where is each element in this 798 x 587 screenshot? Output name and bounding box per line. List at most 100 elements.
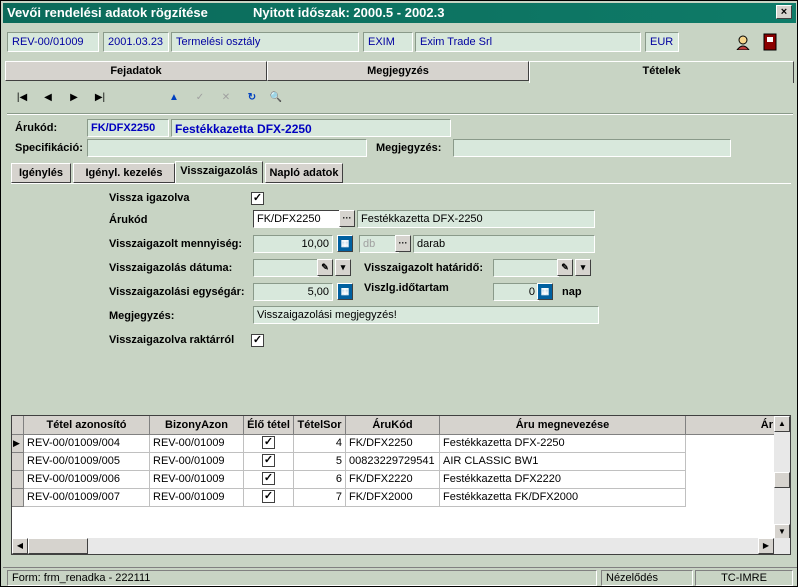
vertical-scrollbar[interactable]: ▲ ▼	[774, 416, 790, 540]
zoom-icon[interactable]: 🔍	[267, 89, 285, 107]
confirm-icon[interactable]: ✓	[191, 89, 209, 107]
scroll-left-icon[interactable]: ◀	[12, 538, 28, 554]
status-bar: Form: frm_renadka - 222111 Nézelődés TC-…	[3, 567, 797, 586]
table-cell[interactable]: REV-00/01009/006	[24, 471, 150, 489]
qty-field[interactable]: 10,00	[253, 235, 333, 253]
table-cell[interactable]: REV-00/01009/005	[24, 453, 150, 471]
hscroll-thumb[interactable]	[28, 538, 88, 554]
scroll-thumb[interactable]	[774, 472, 790, 488]
subtab-igenyl-kezeles[interactable]: Igényl. kezelés	[73, 163, 175, 183]
table-cell[interactable]: 7	[294, 489, 346, 507]
calculator-icon[interactable]: ▦	[337, 235, 353, 252]
price-field[interactable]: 5,00	[253, 283, 333, 301]
unit-code-field[interactable]: db	[359, 235, 399, 253]
live-item-checkbox[interactable]: ✓	[262, 472, 275, 485]
table-cell[interactable]: ✓	[244, 435, 294, 453]
subtab-visszaigazolas[interactable]: Visszaigazolás	[175, 161, 263, 184]
col-header[interactable]: Ár	[686, 416, 776, 435]
confirm-note-field[interactable]: Visszaigazolási megjegyzés!	[253, 306, 599, 324]
close-button[interactable]: ×	[776, 5, 792, 19]
live-item-checkbox[interactable]: ✓	[262, 436, 275, 449]
tab-fejadatok[interactable]: Fejadatok	[5, 61, 267, 81]
row-selector[interactable]: ▶	[12, 435, 24, 453]
item-note-label: Megjegyzés:	[376, 142, 442, 154]
prev-record-icon[interactable]: ◀	[39, 89, 57, 107]
scroll-up-icon[interactable]: ▲	[774, 416, 790, 432]
row-selector[interactable]	[12, 471, 24, 489]
returned-label: Vissza igazolva	[109, 192, 190, 204]
cancel-icon[interactable]: ✕	[217, 89, 235, 107]
last-record-icon[interactable]: ▶|	[91, 89, 109, 107]
col-header[interactable]: Áru megnevezése	[440, 416, 686, 435]
up-icon[interactable]: ▲	[165, 89, 183, 107]
refresh-icon[interactable]: ↻	[243, 89, 261, 107]
main-tabs: Fejadatok Megjegyzés Tételek	[5, 61, 794, 83]
first-record-icon[interactable]: |◀	[13, 89, 31, 107]
table-cell[interactable]: REV-00/01009/004	[24, 435, 150, 453]
table-cell[interactable]: ✓	[244, 453, 294, 471]
item-note-field	[453, 139, 731, 157]
doc-id-field: REV-00/01009	[7, 32, 99, 52]
confirmation-panel: Vissza igazolva ✓ Árukód FK/DFX2250 ··· …	[11, 183, 791, 403]
row-selector[interactable]	[12, 489, 24, 507]
table-cell[interactable]: Festékkazetta DFX-2250	[440, 435, 686, 453]
duration-field[interactable]: 0	[493, 283, 539, 301]
exit-icon[interactable]	[763, 33, 777, 51]
table-cell[interactable]: 6	[294, 471, 346, 489]
returned-checkbox[interactable]: ✓	[251, 192, 264, 205]
table-cell[interactable]: ✓	[244, 489, 294, 507]
tab-tetelek[interactable]: Tételek	[529, 61, 794, 83]
user-icon[interactable]	[735, 34, 751, 51]
confirm-code-input[interactable]: FK/DFX2250	[253, 210, 341, 228]
horizontal-scrollbar[interactable]: ◀ ▶	[12, 538, 790, 554]
table-cell[interactable]: REV-00/01009	[150, 453, 244, 471]
status-user: TC-IMRE	[695, 570, 793, 586]
window-title: Vevői rendelési adatok rögzítése	[7, 5, 208, 20]
unit-lookup-button[interactable]: ···	[395, 235, 411, 252]
table-cell[interactable]: 4	[294, 435, 346, 453]
table-cell[interactable]: AIR CLASSIC BW1	[440, 453, 686, 471]
live-item-checkbox[interactable]: ✓	[262, 454, 275, 467]
live-item-checkbox[interactable]: ✓	[262, 490, 275, 503]
deadline-picker-icon[interactable]: ▾	[575, 259, 591, 276]
table-cell[interactable]: REV-00/01009/007	[24, 489, 150, 507]
col-header[interactable]: TételSor	[294, 416, 346, 435]
deadline-field[interactable]	[493, 259, 559, 277]
next-record-icon[interactable]: ▶	[65, 89, 83, 107]
table-cell[interactable]: ✓	[244, 471, 294, 489]
from-stock-label: Visszaigazolva raktárról	[109, 334, 235, 346]
clear-date-icon[interactable]: ✎	[317, 259, 333, 276]
unit-name-field: darab	[413, 235, 595, 253]
divider	[7, 113, 793, 115]
item-code-field: FK/DFX2250	[87, 119, 169, 137]
table-cell[interactable]: REV-00/01009	[150, 471, 244, 489]
price-calculator-icon[interactable]: ▦	[337, 283, 353, 300]
table-cell[interactable]: FK/DFX2250	[346, 435, 440, 453]
subtab-igenyles[interactable]: Igénylés	[11, 163, 71, 183]
date-picker-icon[interactable]: ▾	[335, 259, 351, 276]
tab-megjegyzes[interactable]: Megjegyzés	[267, 61, 529, 81]
partner-name-field: Exim Trade Srl	[415, 32, 641, 52]
table-cell[interactable]: 00823229729541	[346, 453, 440, 471]
col-header[interactable]: ÁruKód	[346, 416, 440, 435]
col-header[interactable]: BizonyAzon	[150, 416, 244, 435]
scroll-right-icon[interactable]: ▶	[758, 538, 774, 554]
date-field[interactable]	[253, 259, 319, 277]
col-header[interactable]: Tétel azonosító	[24, 416, 150, 435]
subtab-naplo-adatok[interactable]: Napló adatok	[265, 163, 343, 183]
table-cell[interactable]: REV-00/01009	[150, 435, 244, 453]
table-cell[interactable]: FK/DFX2220	[346, 471, 440, 489]
clear-deadline-icon[interactable]: ✎	[557, 259, 573, 276]
duration-calculator-icon[interactable]: ▦	[537, 283, 553, 300]
table-cell[interactable]: Festékkazetta DFX2220	[440, 471, 686, 489]
spec-field	[87, 139, 367, 157]
col-header[interactable]: Élő tétel	[244, 416, 294, 435]
table-cell[interactable]: 5	[294, 453, 346, 471]
table-cell[interactable]: FK/DFX2000	[346, 489, 440, 507]
code-lookup-button[interactable]: ···	[339, 210, 355, 227]
table-cell[interactable]: Festékkazetta FK/DFX2000	[440, 489, 686, 507]
table-cell[interactable]: REV-00/01009	[150, 489, 244, 507]
from-stock-checkbox[interactable]: ✓	[251, 334, 264, 347]
row-selector[interactable]	[12, 453, 24, 471]
date-label: Visszaigazolás dátuma:	[109, 262, 233, 274]
